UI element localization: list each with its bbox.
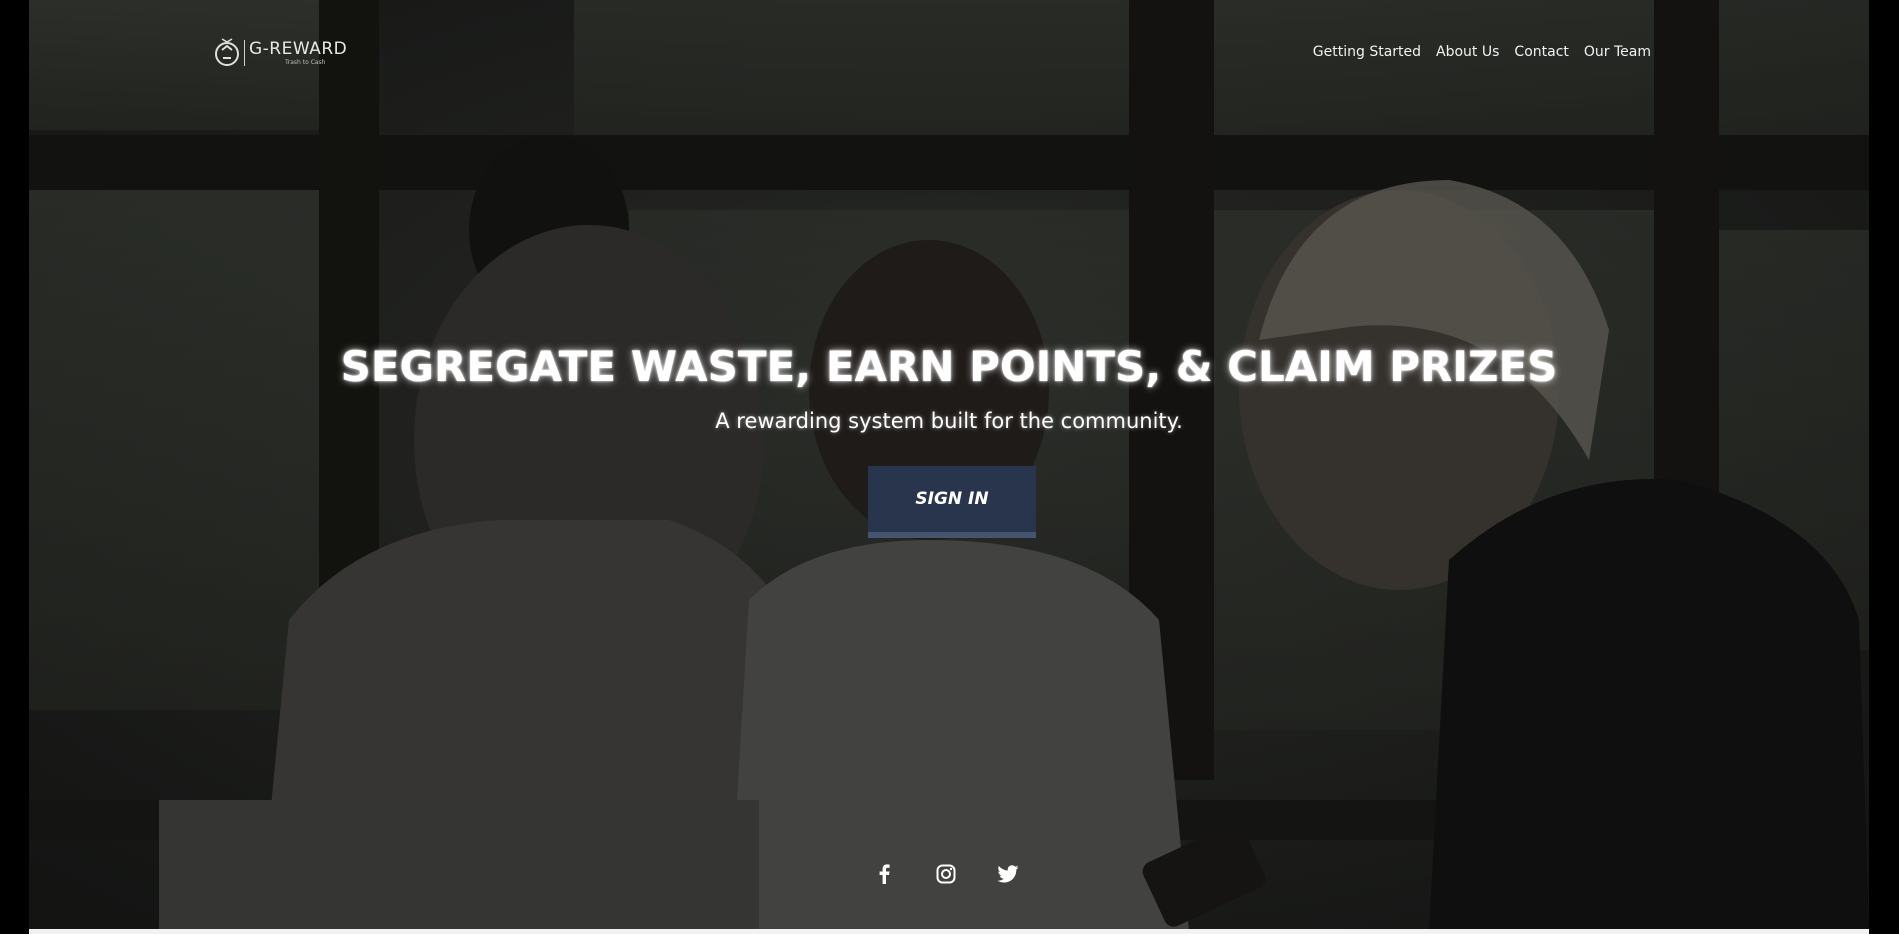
main-nav: Getting Started About Us Contact Our Tea… bbox=[1313, 44, 1651, 60]
page-frame: G-REWARD Trash to Cash Getting Started A… bbox=[0, 0, 1899, 934]
brand-logo[interactable]: G-REWARD Trash to Cash bbox=[214, 36, 347, 70]
brand-tagline: Trash to Cash bbox=[285, 58, 326, 66]
brand-name: G-REWARD bbox=[249, 38, 348, 59]
nav-about-us[interactable]: About Us bbox=[1436, 44, 1499, 60]
nav-our-team[interactable]: Our Team bbox=[1584, 44, 1651, 60]
logo-text: G-REWARD Trash to Cash bbox=[249, 38, 348, 66]
social-links bbox=[872, 862, 1020, 886]
hero-headline: SEGREGATE WASTE, EARN POINTS, & CLAIM PR… bbox=[340, 342, 1558, 391]
instagram-icon[interactable] bbox=[934, 862, 958, 886]
twitter-icon[interactable] bbox=[996, 862, 1020, 886]
facebook-icon[interactable] bbox=[872, 862, 896, 886]
page-bottom-edge bbox=[29, 929, 1869, 934]
sign-in-button[interactable]: SIGN IN bbox=[868, 466, 1036, 538]
nav-contact[interactable]: Contact bbox=[1514, 44, 1568, 60]
hero-subheadline: A rewarding system built for the communi… bbox=[715, 409, 1183, 433]
logo-divider bbox=[244, 40, 245, 66]
nav-getting-started[interactable]: Getting Started bbox=[1313, 44, 1421, 60]
hero-section: G-REWARD Trash to Cash Getting Started A… bbox=[29, 0, 1869, 931]
recycle-seal-icon bbox=[215, 38, 239, 66]
